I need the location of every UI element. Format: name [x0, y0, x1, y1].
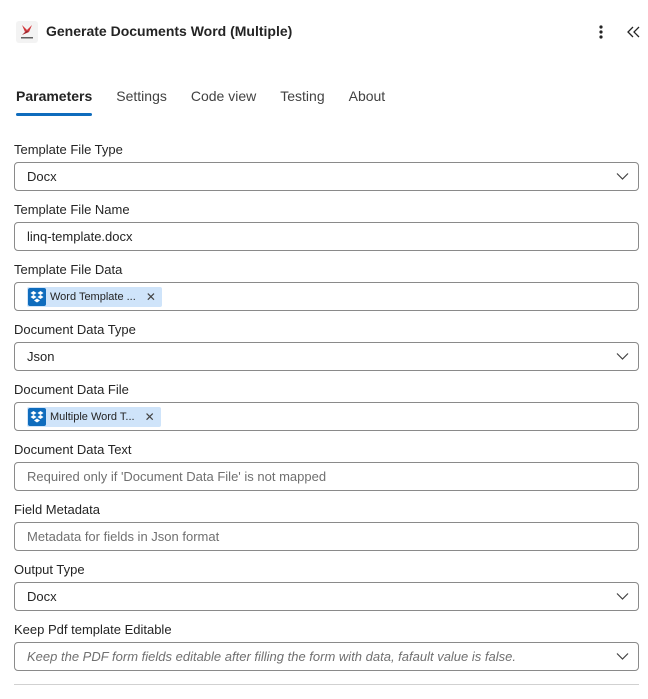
divider — [14, 684, 639, 685]
tab-list: Parameters Settings Code view Testing Ab… — [16, 86, 409, 118]
dropbox-icon — [28, 288, 46, 306]
document-data-text-input[interactable]: Required only if 'Document Data File' is… — [14, 462, 639, 491]
tab-settings[interactable]: Settings — [116, 86, 167, 116]
remove-token-icon[interactable]: ✕ — [146, 291, 156, 303]
parameters-form: Template File Type Docx Template File Na… — [14, 140, 639, 680]
more-options-button[interactable] — [592, 22, 610, 42]
tab-parameters[interactable]: Parameters — [16, 86, 93, 116]
collapse-panel-button[interactable] — [625, 22, 643, 42]
document-data-type-dropdown[interactable]: Json — [14, 342, 639, 371]
double-chevron-left-icon — [627, 26, 640, 38]
document-data-file-token[interactable]: Multiple Word T... ✕ — [27, 407, 161, 427]
document-data-text-label: Document Data Text — [14, 442, 132, 457]
chevron-down-icon — [616, 653, 629, 660]
template-file-data-token-label: Word Template ... — [50, 291, 136, 303]
remove-token-icon[interactable]: ✕ — [145, 411, 155, 423]
template-file-data-label: Template File Data — [14, 262, 123, 277]
template-file-name-input[interactable]: linq-template.docx — [14, 222, 639, 251]
template-file-data-token[interactable]: Word Template ... ✕ — [27, 287, 162, 307]
template-file-name-value: linq-template.docx — [27, 229, 133, 244]
tab-testing[interactable]: Testing — [280, 86, 324, 116]
more-vertical-icon — [599, 25, 603, 39]
document-data-type-value: Json — [27, 349, 55, 364]
document-data-file-input[interactable]: Multiple Word T... ✕ — [14, 402, 639, 431]
template-file-type-dropdown[interactable]: Docx — [14, 162, 639, 191]
template-file-type-label: Template File Type — [14, 142, 123, 157]
panel-title: Generate Documents Word (Multiple) — [46, 23, 293, 39]
output-type-value: Docx — [27, 589, 57, 604]
keep-pdf-editable-dropdown[interactable]: Keep the PDF form fields editable after … — [14, 642, 639, 671]
keep-pdf-editable-label: Keep Pdf template Editable — [14, 622, 172, 637]
document-data-text-placeholder: Required only if 'Document Data File' is… — [27, 469, 327, 484]
app-logo-icon — [16, 21, 38, 43]
chevron-down-icon — [616, 173, 629, 180]
field-metadata-label: Field Metadata — [14, 502, 100, 517]
document-data-file-label: Document Data File — [14, 382, 129, 397]
document-data-file-token-label: Multiple Word T... — [50, 411, 135, 423]
chevron-down-icon — [616, 593, 629, 600]
chevron-down-icon — [616, 353, 629, 360]
output-type-dropdown[interactable]: Docx — [14, 582, 639, 611]
dropbox-icon — [28, 408, 46, 426]
template-file-name-label: Template File Name — [14, 202, 130, 217]
field-metadata-placeholder: Metadata for fields in Json format — [27, 529, 220, 544]
document-data-type-label: Document Data Type — [14, 322, 136, 337]
field-metadata-input[interactable]: Metadata for fields in Json format — [14, 522, 639, 551]
keep-pdf-editable-placeholder: Keep the PDF form fields editable after … — [27, 649, 516, 664]
panel-header: Generate Documents Word (Multiple) — [0, 0, 648, 64]
output-type-label: Output Type — [14, 562, 85, 577]
tab-code-view[interactable]: Code view — [191, 86, 256, 116]
template-file-type-value: Docx — [27, 169, 57, 184]
tab-about[interactable]: About — [349, 86, 386, 116]
template-file-data-input[interactable]: Word Template ... ✕ — [14, 282, 639, 311]
